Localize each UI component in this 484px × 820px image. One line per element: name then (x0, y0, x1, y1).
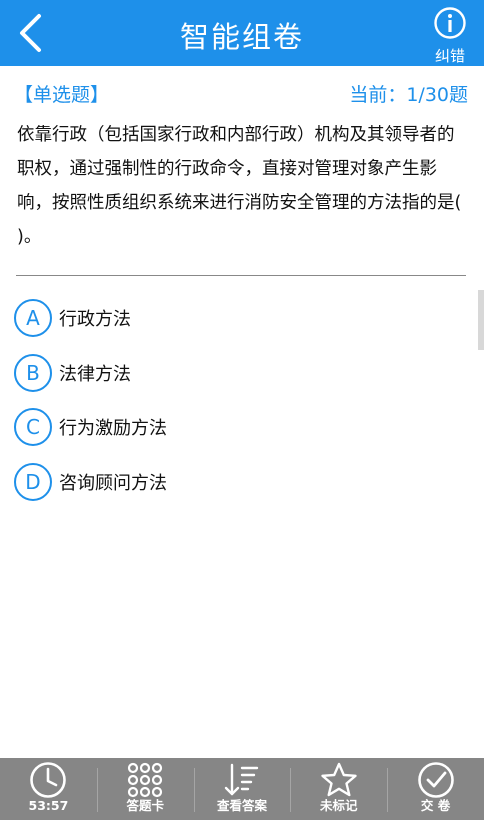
mark-button[interactable]: 未标记 (290, 758, 387, 820)
timer-button[interactable]: 53:57 (0, 758, 97, 820)
header-bar: 智能组卷 纠错 (0, 0, 484, 66)
star-icon (321, 762, 357, 797)
check-circle-icon (417, 762, 454, 798)
option-text: 行政方法 (59, 309, 131, 330)
question-text: 依靠行政（包括国家行政和内部行政）机构及其领导者的职权，通过强制性的行政命令，直… (17, 125, 462, 247)
info-icon (434, 7, 466, 39)
option-d[interactable]: D 咨询顾问方法 (14, 461, 454, 503)
mark-label: 未标记 (320, 798, 358, 813)
option-a[interactable]: A 行政方法 (14, 297, 454, 339)
option-text: 法律方法 (59, 364, 131, 385)
divider (16, 275, 466, 276)
clock-icon (30, 762, 67, 798)
submit-label: 交 卷 (420, 798, 451, 813)
option-letter: D (14, 463, 52, 501)
error-report-button[interactable]: 纠错 (430, 6, 470, 65)
option-c[interactable]: C 行为激励方法 (14, 406, 454, 448)
submit-button[interactable]: 交 卷 (387, 758, 484, 820)
view-answer-button[interactable]: 查看答案 (193, 758, 291, 820)
option-text: 行为激励方法 (59, 418, 167, 439)
answer-card-button[interactable]: 答题卡 (96, 758, 194, 820)
option-b[interactable]: B 法律方法 (14, 352, 454, 394)
sort-down-list-icon (224, 763, 259, 796)
question-type: 【单选题】 (14, 84, 110, 106)
option-letter: A (14, 299, 52, 337)
view-answer-label: 查看答案 (216, 798, 267, 813)
option-text: 咨询顾问方法 (59, 473, 167, 494)
question-meta: 【单选题】 当前：1/30题 (14, 80, 468, 110)
answer-card-label: 答题卡 (126, 798, 164, 813)
option-letter: B (14, 354, 52, 392)
option-letter: C (14, 408, 52, 446)
page-title: 智能组卷 (179, 20, 304, 54)
grid-dots-icon (128, 762, 163, 798)
scroll-indicator (478, 290, 484, 350)
timer-label: 53:57 (28, 798, 69, 813)
error-report-label: 纠错 (434, 47, 465, 65)
question-progress: 当前：1/30题 (349, 84, 468, 106)
bottom-toolbar: 53:57 答题卡 查看答案 未标记 交 卷 (0, 758, 484, 820)
